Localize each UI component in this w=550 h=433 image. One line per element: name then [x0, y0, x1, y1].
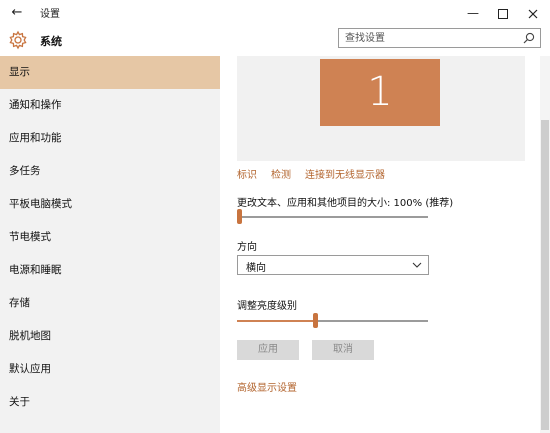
sidebar-item-battery-saver[interactable]: 节电模式 [0, 221, 220, 254]
advanced-display-settings-link[interactable]: 高级显示设置 [237, 379, 297, 394]
sidebar-item-multitasking[interactable]: 多任务 [0, 155, 220, 188]
sidebar-item-storage[interactable]: 存储 [0, 287, 220, 320]
sidebar: 显示 通知和操作 应用和功能 多任务 平板电脑模式 节电模式 电源和睡眠 存储 … [0, 56, 220, 433]
scale-slider-track[interactable] [237, 216, 428, 218]
gear-icon [9, 30, 27, 50]
detect-link[interactable]: 检测 [271, 166, 291, 181]
orientation-select[interactable]: 横向 [237, 255, 429, 275]
search-icon[interactable] [523, 32, 535, 44]
maximize-icon [498, 8, 508, 19]
back-button[interactable]: ← [6, 4, 28, 22]
monitor-tile[interactable]: 1 [320, 59, 440, 126]
scrollbar-thumb[interactable] [541, 120, 549, 430]
identify-link[interactable]: 标识 [237, 166, 257, 181]
orientation-label: 方向 [237, 242, 257, 253]
maximize-button[interactable] [488, 2, 518, 24]
sidebar-item-power-sleep[interactable]: 电源和睡眠 [0, 254, 220, 287]
sidebar-item-notifications[interactable]: 通知和操作 [0, 89, 220, 122]
window-title: 设置 [40, 9, 60, 20]
minimize-button[interactable]: — [458, 2, 488, 24]
close-button[interactable] [518, 2, 548, 24]
cancel-button[interactable]: 取消 [312, 340, 374, 360]
sidebar-item-offline-maps[interactable]: 脱机地图 [0, 320, 220, 353]
brightness-label: 调整亮度级别 [237, 301, 297, 312]
sidebar-item-display[interactable]: 显示 [0, 56, 220, 89]
scale-label: 更改文本、应用和其他项目的大小: 100% (推荐) [237, 198, 454, 209]
scale-slider-thumb[interactable] [237, 209, 242, 224]
search-box[interactable] [338, 28, 541, 48]
sidebar-item-default-apps[interactable]: 默认应用 [0, 353, 220, 386]
sidebar-item-apps[interactable]: 应用和功能 [0, 122, 220, 155]
connect-wireless-display-link[interactable]: 连接到无线显示器 [305, 166, 385, 181]
orientation-value: 横向 [246, 263, 266, 274]
sidebar-item-tablet-mode[interactable]: 平板电脑模式 [0, 188, 220, 221]
search-input[interactable] [345, 31, 515, 46]
page-title: 系统 [40, 35, 62, 48]
close-icon [528, 9, 538, 18]
apply-button[interactable]: 应用 [237, 340, 299, 360]
sidebar-item-about[interactable]: 关于 [0, 386, 220, 419]
brightness-slider-thumb[interactable] [313, 313, 319, 328]
brightness-slider-fill [237, 320, 316, 322]
chevron-down-icon [412, 262, 422, 268]
